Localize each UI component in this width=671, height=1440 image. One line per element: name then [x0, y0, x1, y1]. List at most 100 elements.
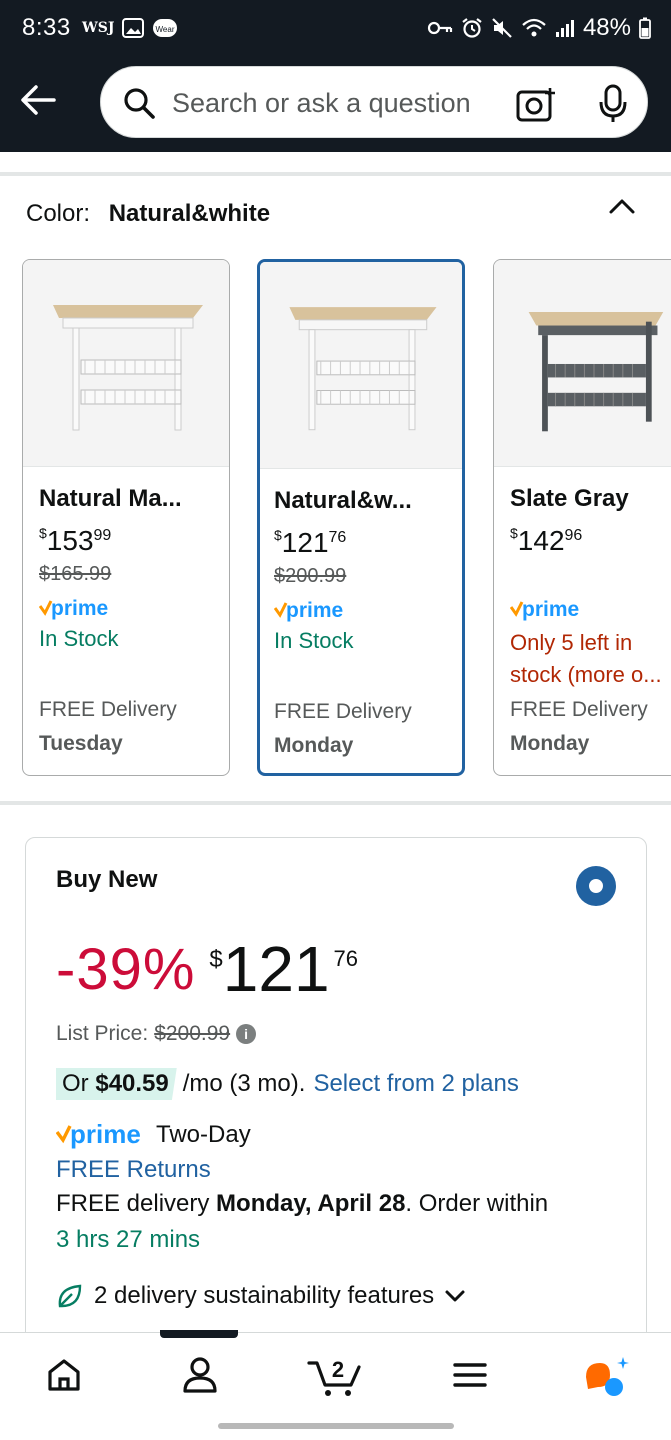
- prime-logo-icon: prime: [273, 599, 343, 622]
- svg-text:prime: prime: [286, 599, 343, 622]
- signal-icon: [555, 20, 574, 37]
- color-selector-header: Color: Natural&white: [26, 200, 270, 228]
- camera-search-icon[interactable]: [516, 86, 556, 122]
- section-divider: [0, 172, 671, 176]
- gesture-home-bar[interactable]: [218, 1423, 454, 1429]
- price-block: -39% $ 121 76: [56, 933, 359, 1006]
- prime-two-day-row: prime Two-Day: [56, 1120, 251, 1150]
- product-image: [23, 260, 229, 467]
- stock-status: Only 5 left in stock (more o...: [510, 630, 662, 687]
- variant-price: $12176: [274, 527, 347, 558]
- variant-list-price: $200.99: [274, 565, 347, 587]
- buy-new-radio[interactable]: [576, 866, 616, 906]
- nav-home[interactable]: [34, 1351, 94, 1399]
- list-price-row: List Price: $200.99 i: [56, 1022, 257, 1046]
- chevron-up-icon[interactable]: [608, 196, 636, 216]
- free-returns-link[interactable]: FREE Returns: [56, 1156, 211, 1184]
- leaf-icon: [58, 1284, 82, 1308]
- chat-assistant-icon: [586, 1357, 629, 1396]
- wsj-icon: WSJ: [82, 20, 115, 36]
- variant-card[interactable]: Slate Gray $14296 prime Only 5 left in s…: [493, 259, 671, 776]
- installment-highlight: Or $40.59: [56, 1068, 177, 1100]
- delivery-label: FREE Delivery: [274, 700, 412, 723]
- status-system-icons: 48%: [427, 14, 651, 42]
- status-time: 8:33: [22, 14, 71, 41]
- variant-card-selected[interactable]: Natural&w... $12176 $200.99 prime In Sto…: [257, 259, 465, 776]
- svg-text:prime: prime: [522, 598, 579, 621]
- variant-price: $15399: [39, 525, 112, 556]
- delivery-label: FREE Delivery: [39, 698, 177, 721]
- kitchen-island-image: [289, 307, 437, 431]
- nav-menu[interactable]: [440, 1351, 500, 1399]
- prime-speed: Two-Day: [156, 1121, 251, 1148]
- hamburger-menu-icon: [453, 1363, 487, 1387]
- sustainability-toggle[interactable]: 2 delivery sustainability features: [56, 1282, 466, 1310]
- buy-new-title: Buy New: [56, 866, 158, 893]
- status-bar: 8:33 WSJ Wear 48%: [0, 0, 671, 56]
- buy-box: Buy New -39% $ 121 76 List Price: $200.9…: [25, 837, 647, 1377]
- sustainability-text: 2 delivery sustainability features: [94, 1282, 435, 1309]
- mute-icon: [492, 18, 512, 38]
- app-header: Search or ask a question: [0, 56, 671, 152]
- wifi-icon: [522, 18, 546, 37]
- search-input[interactable]: Search or ask a question: [172, 88, 471, 119]
- order-countdown: 3 hrs 27 mins: [56, 1226, 201, 1253]
- microphone-icon[interactable]: [598, 84, 628, 124]
- wear-icon: Wear: [153, 19, 178, 37]
- prime-logo-icon: prime: [509, 598, 579, 621]
- home-icon: [48, 1359, 80, 1391]
- color-selected-value: Natural&white: [108, 200, 271, 227]
- price-whole: 121: [222, 933, 330, 1005]
- svg-text:prime: prime: [70, 1120, 141, 1149]
- arrow-left-icon: [21, 85, 56, 115]
- delivery-day: Tuesday: [39, 732, 123, 755]
- product-image: [260, 262, 462, 469]
- search-icon: [124, 88, 155, 119]
- nav-cart[interactable]: 2: [302, 1351, 368, 1399]
- status-notification-icons: WSJ Wear: [82, 18, 178, 38]
- cart-count: 2: [332, 1357, 344, 1382]
- kitchen-island-image: [53, 305, 203, 431]
- svg-text:Wear: Wear: [156, 25, 175, 34]
- price-cents: 76: [333, 946, 359, 971]
- delivery-info: FREE delivery Monday, April 28. Order wi…: [56, 1190, 549, 1217]
- list-price-value: $200.99: [154, 1022, 231, 1045]
- prime-badge: prime: [273, 598, 462, 624]
- battery-percent: 48%: [582, 14, 631, 41]
- prime-logo-icon: prime: [38, 597, 108, 620]
- price-symbol: $: [209, 946, 223, 973]
- back-button[interactable]: [18, 80, 62, 120]
- prime-logo-icon: prime: [56, 1120, 141, 1149]
- stock-status: In Stock: [274, 628, 354, 653]
- prime-badge: prime: [509, 597, 671, 623]
- prime-badge: prime: [38, 596, 229, 622]
- variant-card[interactable]: Natural Ma... $15399 $165.99 prime In St…: [22, 259, 230, 776]
- discount-percent: -39%: [56, 937, 196, 1002]
- variant-list-price: [510, 563, 671, 587]
- gallery-icon: [122, 18, 145, 38]
- svg-text:prime: prime: [51, 597, 108, 620]
- select-plans-link[interactable]: Select from 2 plans: [313, 1070, 518, 1098]
- variant-list-price: $165.99: [39, 563, 112, 585]
- search-bar[interactable]: Search or ask a question: [98, 64, 650, 140]
- variant-title: Natural&w...: [274, 487, 412, 514]
- person-icon: [183, 1357, 217, 1393]
- battery-icon: [639, 17, 651, 39]
- variant-title: Natural Ma...: [39, 485, 182, 512]
- delivery-label: FREE Delivery: [510, 698, 648, 721]
- nav-rufus-assistant[interactable]: [576, 1351, 636, 1399]
- installment-terms: /mo (3 mo).: [182, 1070, 306, 1097]
- scroll-handle-tab: [160, 1330, 238, 1338]
- bottom-navigation: 2: [0, 1332, 671, 1416]
- variant-title: Slate Gray: [510, 485, 629, 512]
- nav-account[interactable]: [170, 1351, 230, 1399]
- key-icon: [427, 21, 453, 35]
- info-icon[interactable]: i: [236, 1024, 257, 1044]
- delivery-day: Monday: [274, 734, 354, 757]
- alarm-icon: [462, 18, 482, 38]
- product-image: [494, 260, 671, 467]
- cart-icon: 2: [307, 1357, 361, 1396]
- color-label: Color:: [26, 200, 91, 227]
- kitchen-island-image: [528, 312, 664, 432]
- variant-price: $14296: [510, 525, 583, 556]
